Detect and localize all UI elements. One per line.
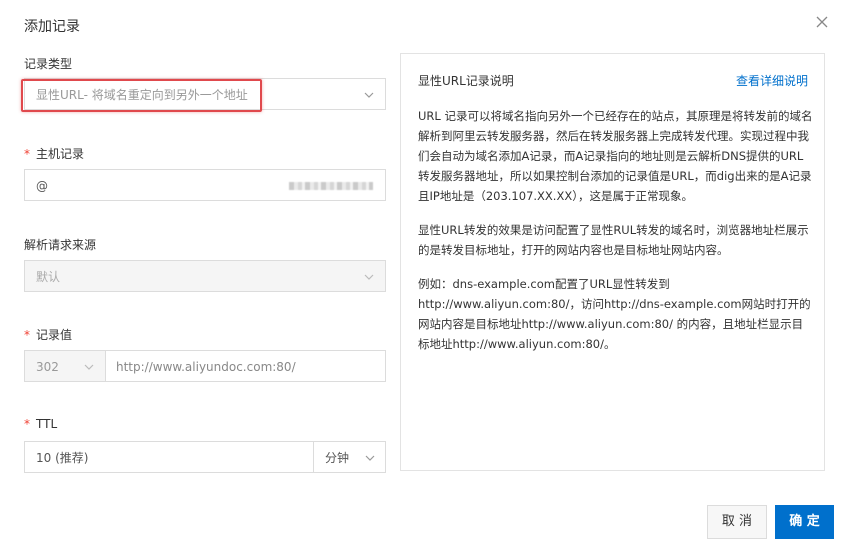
chevron-down-icon xyxy=(363,89,375,101)
host-record-label-text: 主机记录 xyxy=(36,147,85,161)
ttl-value: 10 (推荐) xyxy=(36,451,89,465)
chevron-down-icon xyxy=(364,452,376,464)
close-icon[interactable] xyxy=(814,14,830,30)
ttl-input[interactable]: 10 (推荐) xyxy=(25,442,313,472)
record-type-value: 显性URL- 将域名重定向到另外一个地址 xyxy=(36,88,248,102)
ttl-unit-value: 分钟 xyxy=(325,451,350,465)
chevron-down-icon xyxy=(363,271,375,283)
required-mark: * xyxy=(24,417,30,431)
resolution-source-value: 默认 xyxy=(36,270,61,284)
required-mark: * xyxy=(24,328,30,342)
required-mark: * xyxy=(24,147,30,161)
view-details-link[interactable]: 查看详细说明 xyxy=(736,72,808,89)
ttl-label-text: TTL xyxy=(36,417,58,431)
redirect-code-select[interactable]: 302 xyxy=(25,351,106,381)
ttl-group: 10 (推荐) 分钟 xyxy=(24,441,386,473)
info-paragraph: URL 记录可以将域名指向另外一个已经存在的站点，其原理是将转发前的域名解析到阿… xyxy=(418,109,813,203)
ttl-unit-select[interactable]: 分钟 xyxy=(313,442,386,472)
dialog-title: 添加记录 xyxy=(24,19,80,35)
info-paragraph: 显性URL转发的效果是访问配置了显性RUL转发的域名时，浏览器地址栏展示的是转发… xyxy=(418,223,809,257)
record-type-select[interactable]: 显性URL- 将域名重定向到另外一个地址 xyxy=(24,78,386,110)
url-record-info-panel: 显性URL记录说明 查看详细说明 URL 记录可以将域名指向另外一个已经存在的站… xyxy=(400,53,825,471)
host-record-label: * 主机记录 xyxy=(24,145,84,162)
info-panel-body: URL 记录可以将域名指向另外一个已经存在的站点，其原理是将转发前的域名解析到阿… xyxy=(418,106,814,368)
cancel-button[interactable]: 取 消 xyxy=(707,505,767,539)
host-record-value: @ xyxy=(36,179,48,193)
record-value-url-input[interactable]: http://www.aliyundoc.com:80/ xyxy=(105,351,385,381)
host-record-input[interactable]: @ xyxy=(24,169,386,201)
confirm-button[interactable]: 确 定 xyxy=(775,505,834,539)
chevron-down-icon xyxy=(83,361,95,373)
info-panel-title: 显性URL记录说明 xyxy=(418,74,514,88)
resolution-source-label: 解析请求来源 xyxy=(24,238,97,252)
record-type-label: 记录类型 xyxy=(24,57,73,71)
ttl-label: * TTL xyxy=(24,417,57,431)
add-record-dialog: 添加记录 记录类型 显性URL- 将域名重定向到另外一个地址 * 主机记录 @ 解… xyxy=(0,0,848,548)
blurred-domain-suffix xyxy=(289,182,373,190)
resolution-source-select: 默认 xyxy=(24,260,386,292)
redirect-code-value: 302 xyxy=(36,360,59,374)
info-paragraph: 例如：dns-example.com配置了URL显性转发到http://www.… xyxy=(418,277,811,351)
record-value-url-placeholder: http://www.aliyundoc.com:80/ xyxy=(116,360,296,374)
record-value-group: 302 http://www.aliyundoc.com:80/ xyxy=(24,350,386,382)
record-value-label: * 记录值 xyxy=(24,326,72,343)
record-value-label-text: 记录值 xyxy=(36,328,73,342)
